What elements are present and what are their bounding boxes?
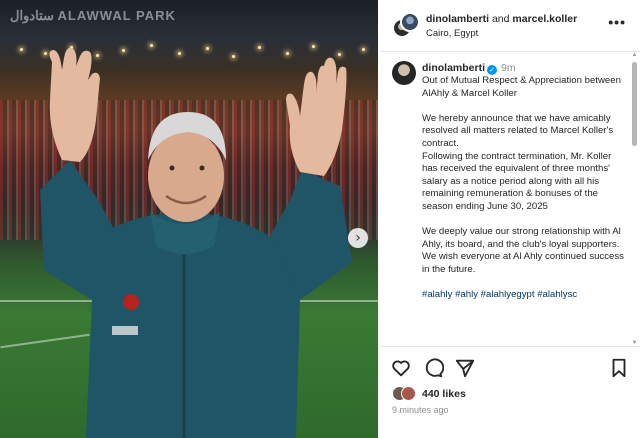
caption-hashtags[interactable]: #alahly #ahly #alahlyegypt #alahlysc — [422, 289, 627, 302]
caption-paragraph: Out of Mutual Respect & Appreciation bet… — [422, 75, 621, 99]
more-options-button[interactable]: ••• — [608, 14, 626, 30]
coach-figure — [40, 47, 352, 438]
caption-paragraph: We deeply value our strong relationship … — [422, 226, 624, 275]
caption-text: Out of Mutual Respect & Appreciation bet… — [422, 75, 627, 314]
avatar[interactable] — [400, 12, 420, 32]
comment-icon[interactable] — [422, 357, 444, 379]
post-header: dinolamberti and marcel.koller Cairo, Eg… — [380, 0, 640, 52]
collab-avatars[interactable] — [392, 12, 420, 40]
post-authors: dinolamberti and marcel.koller — [426, 13, 577, 25]
next-photo-button[interactable]: › — [348, 228, 368, 248]
post-timestamp[interactable]: 9 minutes ago — [392, 405, 449, 415]
heart-icon[interactable] — [390, 357, 412, 379]
avatar — [401, 386, 416, 401]
bookmark-icon[interactable] — [608, 357, 630, 379]
caption-area: dinolamberti ✓ 9m Out of Mutual Respect & … — [380, 53, 632, 343]
scrollbar-thumb[interactable] — [632, 62, 637, 146]
post-actions: 440 likes 9 minutes ago — [380, 346, 640, 438]
post-photo[interactable]: ستادوال ALAWWAL PARK › — [0, 0, 378, 438]
author-link[interactable]: marcel.koller — [512, 13, 577, 25]
post-location[interactable]: Cairo, Egypt — [426, 28, 478, 39]
author-link[interactable]: dinolamberti — [426, 13, 489, 25]
caption-paragraph: We hereby announce that we have amicably… — [422, 112, 614, 212]
likes-count[interactable]: 440 likes — [422, 388, 466, 400]
authors-conjunction: and — [491, 13, 510, 25]
avatar[interactable] — [392, 61, 416, 85]
caption-time: 9m — [501, 62, 516, 74]
caption-username[interactable]: dinolamberti — [422, 62, 485, 74]
caption-scrollbar[interactable]: ▲ ▼ — [632, 52, 638, 346]
post-side-panel: dinolamberti and marcel.koller Cairo, Eg… — [380, 0, 640, 438]
caption-author: dinolamberti ✓ 9m — [422, 62, 516, 75]
share-icon[interactable] — [454, 357, 476, 379]
verified-badge-icon: ✓ — [487, 65, 498, 75]
scroll-up-icon[interactable]: ▲ — [631, 52, 638, 58]
